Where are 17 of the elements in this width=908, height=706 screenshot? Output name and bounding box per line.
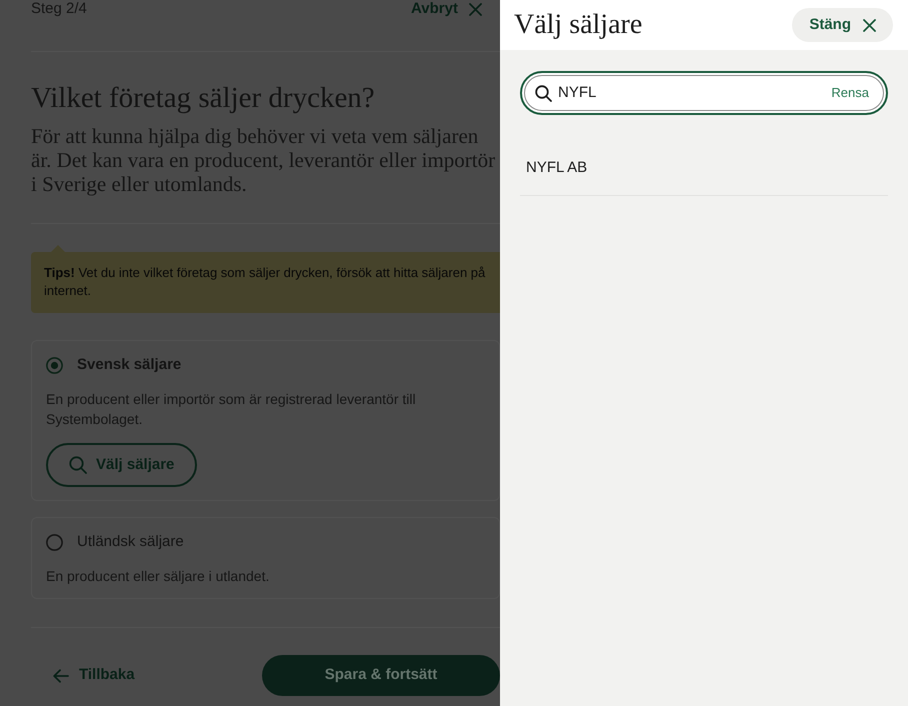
close-button[interactable]: Stäng [792,8,893,42]
close-icon [863,18,876,32]
result-item[interactable]: NYFL AB [520,141,888,196]
search-field[interactable]: NYFL Rensa [520,71,888,115]
choose-seller-button[interactable]: Välj säljare [46,443,198,487]
save-continue-button[interactable]: Spara & fortsätt [262,655,500,696]
search-icon [69,456,87,474]
arrow-left-icon [53,668,69,682]
close-icon [469,2,482,16]
panel-title: Välj säljare [514,8,642,42]
cancel-button[interactable]: Avbryt [411,0,482,18]
clear-button[interactable]: Rensa [831,83,869,103]
radio-icon[interactable] [46,534,63,550]
tip-text: Tips! Vet du inte vilket företag som säljer drycken, försök att hitta säljaren på internet. [44,264,486,300]
radio-selected-icon[interactable] [46,356,63,374]
search-icon [535,84,552,102]
back-button[interactable]: Tillbaka [31,655,145,696]
